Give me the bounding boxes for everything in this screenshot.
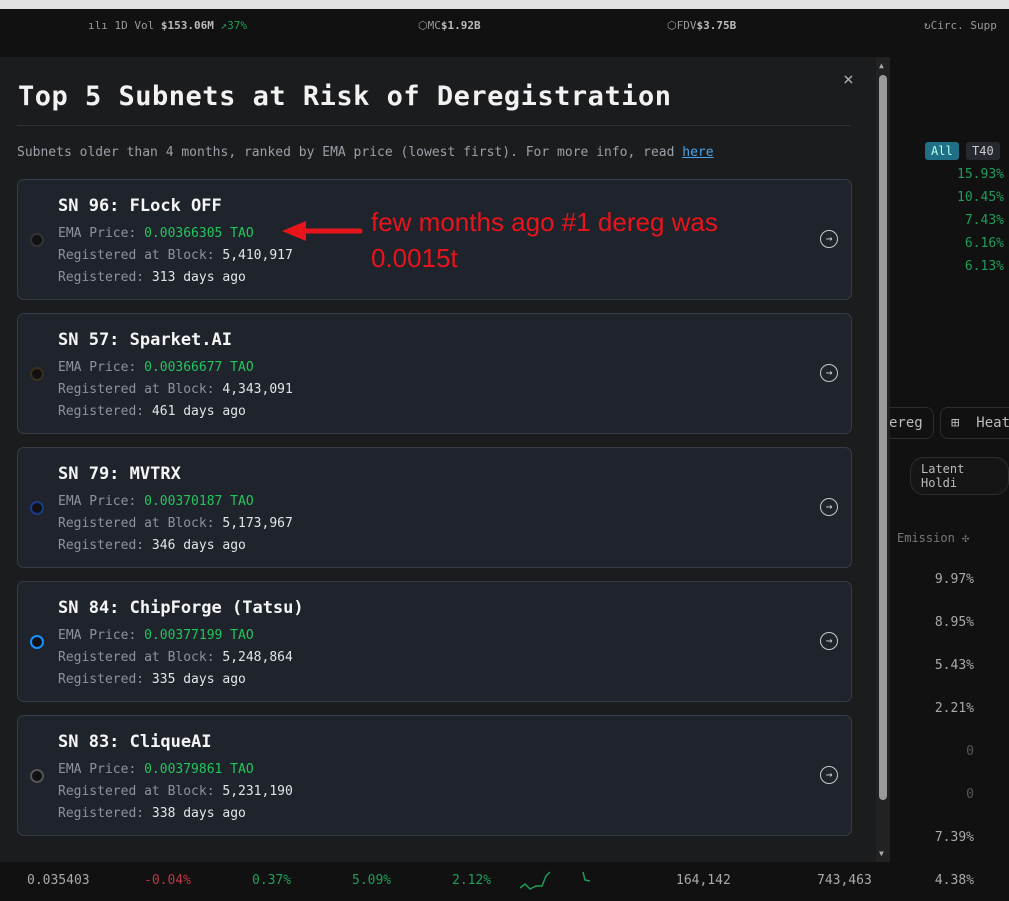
ema-price: EMA Price: 0.00366305 TAO [58,226,254,241]
change-cell: 2.12% [452,873,492,888]
change-cell: 0.37% [252,873,292,888]
subnet-logo-icon [30,233,44,247]
subnet-card[interactable]: SN 84: ChipForge (Tatsu) EMA Price: 0.00… [17,581,852,702]
hexagon-icon: ⬡ [418,19,428,32]
emission-value: 8.95% [934,615,974,630]
percent-value: 15.93% [957,167,1004,182]
registered-block: Registered at Block: 5,231,190 [58,784,293,799]
registered-age: Registered: 335 days ago [58,672,246,687]
divider [17,125,851,126]
fdv-stat: ⬡FDV$3.75B [667,19,737,32]
latent-holdings-tab[interactable]: Latent Holdi [910,457,1009,495]
price-cell: 0.035403 [27,873,90,888]
subnet-name: SN 57: Sparket.AI [58,330,232,350]
bar-chart-icon: ılı [88,19,108,32]
emission-value: 0 [966,744,974,759]
emission-value: 9.97% [934,572,974,587]
registered-age: Registered: 346 days ago [58,538,246,553]
heatmap-button[interactable]: ⊞ Heat [940,407,1009,439]
percent-value: 7.43% [964,213,1004,228]
mc-stat: ⬡MC$1.92B [418,19,481,32]
percent-value: 10.45% [957,190,1004,205]
stats-bar: ılı 1D Vol $153.06M ↗37% ⬡MC$1.92B ⬡FDV$… [0,9,1009,57]
percent-value: 6.16% [964,236,1004,251]
registered-age: Registered: 313 days ago [58,270,246,285]
change-cell: 5.09% [352,873,392,888]
arrow-right-circle-icon[interactable]: → [820,632,838,650]
subnet-name: SN 83: CliqueAI [58,732,212,752]
ema-price: EMA Price: 0.00377199 TAO [58,628,254,643]
sparkline-chart [520,871,591,890]
subnet-name: SN 79: MVTRX [58,464,181,484]
percent-value: 6.13% [964,259,1004,274]
subnet-logo-icon [30,635,44,649]
arrow-right-circle-icon[interactable]: → [820,766,838,784]
scrollbar-thumb[interactable] [879,75,887,800]
subnet-name: SN 84: ChipForge (Tatsu) [58,598,304,618]
subnet-logo-icon [30,367,44,381]
refresh-icon: ↻ [924,19,931,32]
volume-cell: 743,463 [817,873,872,888]
circ-supply-stat: ↻Circ. Supp [924,19,997,32]
subnet-logo-icon [30,769,44,783]
subnet-card[interactable]: SN 83: CliqueAI EMA Price: 0.00379861 TA… [17,715,852,836]
emission-value: 7.39% [934,830,974,845]
info-link[interactable]: here [682,145,713,160]
registered-block: Registered at Block: 5,173,967 [58,516,293,531]
close-button[interactable]: × [843,69,854,90]
filter-t40[interactable]: T40 [966,142,1000,160]
scroll-up-icon[interactable]: ▲ [879,61,884,70]
emission-value: 0 [966,787,974,802]
modal-subtitle: Subnets older than 4 months, ranked by E… [17,145,714,160]
annotation-text: few months ago #1 dereg was 0.0015t [371,207,718,273]
annotation-arrow-icon [282,221,363,241]
dereg-risk-modal: Top 5 Subnets at Risk of Deregistration … [0,57,890,862]
filter-all[interactable]: All [925,142,959,160]
arrow-right-circle-icon[interactable]: → [820,498,838,516]
volume-cell: 164,142 [676,873,731,888]
registered-block: Registered at Block: 4,343,091 [58,382,293,397]
arrow-right-circle-icon[interactable]: → [820,364,838,382]
registered-block: Registered at Block: 5,410,917 [58,248,293,263]
subnet-card[interactable]: SN 57: Sparket.AI EMA Price: 0.00366677 … [17,313,852,434]
registered-age: Registered: 338 days ago [58,806,246,821]
registered-age: Registered: 461 days ago [58,404,246,419]
emission-header[interactable]: Emission ✣ [897,531,969,545]
move-icon: ✣ [962,531,970,545]
browser-top-edge [0,0,1009,9]
volume-stat: ılı 1D Vol $153.06M ↗37% [88,19,247,32]
emission-value: 2.21% [934,701,974,716]
modal-title: Top 5 Subnets at Risk of Deregistration [18,81,672,112]
subnet-card[interactable]: SN 79: MVTRX EMA Price: 0.00370187 TAO R… [17,447,852,568]
scroll-down-icon[interactable]: ▼ [879,849,884,858]
arrow-right-circle-icon[interactable]: → [820,230,838,248]
ema-price: EMA Price: 0.00366677 TAO [58,360,254,375]
grid-icon: ⊞ [951,415,960,431]
ema-price: EMA Price: 0.00379861 TAO [58,762,254,777]
emission-value: 5.43% [934,658,974,673]
registered-block: Registered at Block: 5,248,864 [58,650,293,665]
scrollbar[interactable]: ▲ ▼ [876,57,890,862]
change-cell: -0.04% [144,873,191,888]
ema-price: EMA Price: 0.00370187 TAO [58,494,254,509]
subnet-name: SN 96: FLock OFF [58,196,222,216]
hexagon-icon: ⬡ [667,19,677,32]
emission-value: 4.38% [934,873,974,888]
subnet-logo-icon [30,501,44,515]
